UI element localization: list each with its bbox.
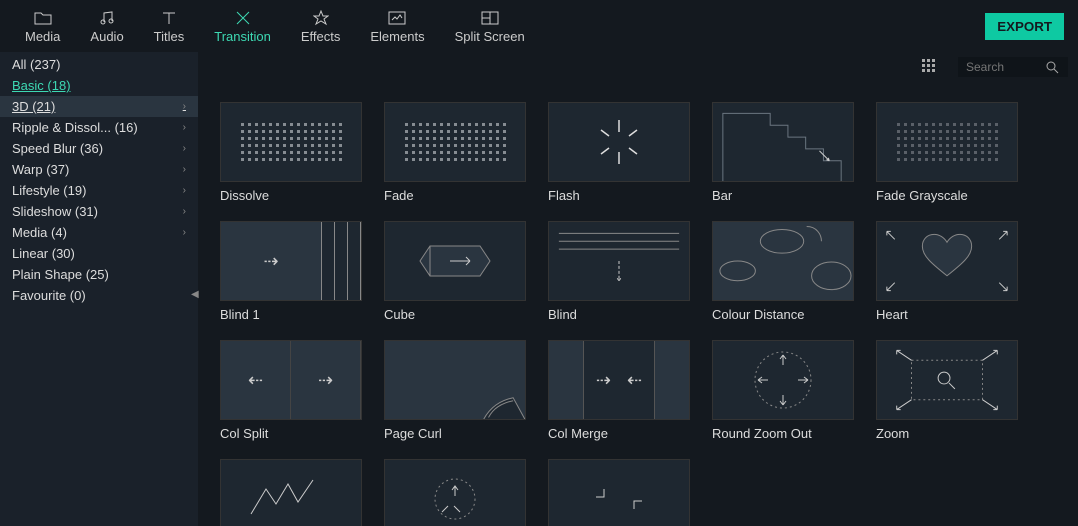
music-icon — [99, 9, 115, 27]
export-button[interactable]: EXPORT — [985, 13, 1064, 40]
chevron-right-icon: › — [183, 164, 186, 175]
tab-label: Elements — [370, 29, 424, 44]
card-heart[interactable]: Heart — [876, 221, 1018, 322]
card-label: Colour Distance — [712, 307, 854, 322]
elements-icon — [388, 9, 406, 27]
card-blind[interactable]: Blind — [548, 221, 690, 322]
split-icon — [481, 9, 499, 27]
card-bar[interactable]: Bar — [712, 102, 854, 203]
sidebar-item-label: Favourite (0) — [12, 288, 86, 303]
tab-label: Audio — [90, 29, 123, 44]
card-label: Fade Grayscale — [876, 188, 1018, 203]
transition-icon — [234, 9, 252, 27]
card-label: Dissolve — [220, 188, 362, 203]
card-partial-3[interactable] — [548, 459, 690, 526]
sidebar-item-0[interactable]: All (237) — [0, 54, 198, 75]
chevron-right-icon: › — [183, 206, 186, 217]
search-input[interactable] — [966, 60, 1046, 74]
sidebar-item-label: Lifestyle (19) — [12, 183, 86, 198]
tab-label: Effects — [301, 29, 341, 44]
chevron-right-icon: › — [183, 143, 186, 154]
tab-transition[interactable]: Transition — [199, 4, 286, 49]
card-flash[interactable]: Flash — [548, 102, 690, 203]
chevron-right-icon: › — [183, 101, 186, 112]
transition-grid: Dissolve Fade Flash Bar Fade Grayscale ⇢… — [198, 82, 1078, 526]
card-partial-2[interactable] — [384, 459, 526, 526]
sidebar-item-label: Speed Blur (36) — [12, 141, 103, 156]
folder-icon — [34, 9, 52, 27]
card-label: Bar — [712, 188, 854, 203]
sidebar-item-label: Ripple & Dissol... (16) — [12, 120, 138, 135]
tab-audio[interactable]: Audio — [75, 4, 138, 49]
sidebar-item-label: Basic (18) — [12, 78, 71, 93]
card-label: Flash — [548, 188, 690, 203]
tab-media[interactable]: Media — [10, 4, 75, 49]
card-cube[interactable]: Cube — [384, 221, 526, 322]
panel-drag-handle[interactable]: ◀ — [191, 289, 199, 300]
card-label: Col Split — [220, 426, 362, 441]
sidebar-item-label: Warp (37) — [12, 162, 69, 177]
card-col-merge[interactable]: ⇢⇠Col Merge — [548, 340, 690, 441]
card-blind-1[interactable]: ⇢Blind 1 — [220, 221, 362, 322]
tab-elements[interactable]: Elements — [355, 4, 439, 49]
sidebar-item-4[interactable]: Speed Blur (36) › — [0, 138, 198, 159]
chevron-right-icon: › — [183, 185, 186, 196]
tab-effects[interactable]: Effects — [286, 4, 356, 49]
effects-icon — [313, 9, 329, 27]
sidebar-item-label: Plain Shape (25) — [12, 267, 109, 282]
sidebar-item-9[interactable]: Linear (30) — [0, 243, 198, 264]
card-label: Cube — [384, 307, 526, 322]
card-col-split[interactable]: ⇠⇢Col Split — [220, 340, 362, 441]
sidebar: All (237)Basic (18)3D (21)›Ripple & Diss… — [0, 52, 198, 526]
card-label: Round Zoom Out — [712, 426, 854, 441]
sidebar-item-7[interactable]: Slideshow (31) › — [0, 201, 198, 222]
chevron-right-icon: › — [183, 122, 186, 133]
card-colour-distance[interactable]: Colour Distance — [712, 221, 854, 322]
sidebar-item-3[interactable]: Ripple & Dissol... (16) › — [0, 117, 198, 138]
card-label: Blind 1 — [220, 307, 362, 322]
sidebar-item-1[interactable]: Basic (18) — [0, 75, 198, 96]
tab-split-screen[interactable]: Split Screen — [440, 4, 540, 49]
tab-label: Split Screen — [455, 29, 525, 44]
card-label: Blind — [548, 307, 690, 322]
sidebar-item-10[interactable]: Plain Shape (25) — [0, 264, 198, 285]
sidebar-item-5[interactable]: Warp (37) › — [0, 159, 198, 180]
sidebar-item-8[interactable]: Media (4) › — [0, 222, 198, 243]
sidebar-item-11[interactable]: Favourite (0) — [0, 285, 198, 306]
tab-titles[interactable]: Titles — [139, 4, 200, 49]
chevron-right-icon: › — [183, 227, 186, 238]
search-icon — [1046, 61, 1059, 74]
tab-label: Transition — [214, 29, 271, 44]
card-partial-1[interactable] — [220, 459, 362, 526]
sidebar-item-label: All (237) — [12, 57, 60, 72]
tab-label: Titles — [154, 29, 185, 44]
card-label: Heart — [876, 307, 1018, 322]
card-fade[interactable]: Fade — [384, 102, 526, 203]
card-page-curl[interactable]: Page Curl — [384, 340, 526, 441]
sidebar-item-label: 3D (21) — [12, 99, 55, 114]
card-round-zoom-out[interactable]: Round Zoom Out — [712, 340, 854, 441]
card-label: Zoom — [876, 426, 1018, 441]
sidebar-item-6[interactable]: Lifestyle (19) › — [0, 180, 198, 201]
sidebar-item-2[interactable]: 3D (21) › — [0, 96, 198, 117]
card-label: Col Merge — [548, 426, 690, 441]
sidebar-item-label: Linear (30) — [12, 246, 75, 261]
card-zoom[interactable]: Zoom — [876, 340, 1018, 441]
grid-view-icon[interactable] — [922, 59, 938, 75]
text-icon — [161, 9, 177, 27]
search-box[interactable] — [958, 57, 1068, 77]
card-fade-grayscale[interactable]: Fade Grayscale — [876, 102, 1018, 203]
card-dissolve[interactable]: Dissolve — [220, 102, 362, 203]
sidebar-item-label: Slideshow (31) — [12, 204, 98, 219]
tab-label: Media — [25, 29, 60, 44]
card-label: Fade — [384, 188, 526, 203]
sidebar-item-label: Media (4) — [12, 225, 67, 240]
card-label: Page Curl — [384, 426, 526, 441]
